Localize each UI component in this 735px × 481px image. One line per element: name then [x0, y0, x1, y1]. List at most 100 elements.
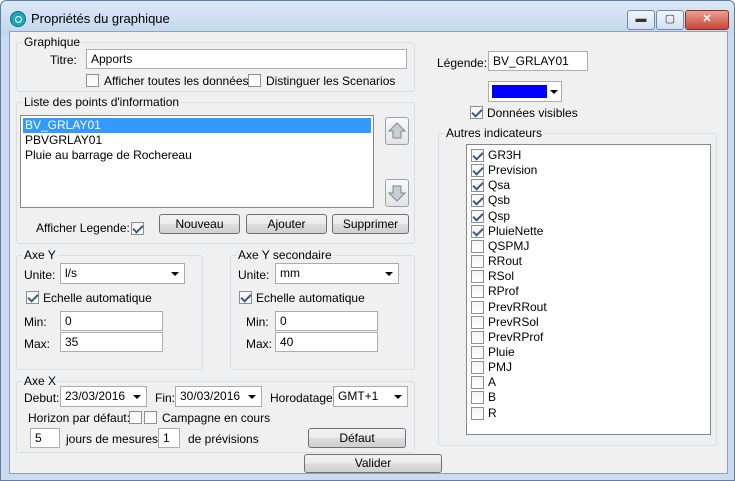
arrow-up-icon: [387, 122, 407, 139]
window-title: Propriétés du graphique: [31, 11, 170, 26]
axe-y2-unite-select[interactable]: mm: [275, 263, 399, 284]
indicator-label: GR3H: [488, 148, 522, 162]
indicator-checkbox[interactable]: [471, 391, 484, 405]
axe-y-unite-select[interactable]: l/s: [60, 263, 185, 284]
axe-y-max-input[interactable]: 35: [60, 332, 163, 352]
indicator-checkbox[interactable]: [471, 149, 484, 162]
indicator-label: Qsb: [488, 193, 511, 208]
list-item[interactable]: Pluie au barrage de Rochereau: [23, 148, 192, 163]
chevron-down-icon: [394, 395, 402, 399]
debut-date-picker[interactable]: 23/03/2016: [60, 386, 147, 407]
titre-input[interactable]: Apports: [86, 49, 407, 69]
jours-mesures-input[interactable]: 5: [30, 428, 60, 448]
ajouter-button[interactable]: Ajouter: [246, 214, 327, 234]
indicator-checkbox[interactable]: [471, 406, 484, 420]
indicator-label: B: [488, 390, 497, 405]
indicator-label: PrevRRout: [488, 299, 547, 314]
indicator-label: RProf: [488, 284, 519, 299]
indicator-label: R: [488, 405, 497, 420]
chevron-down-icon: [385, 272, 393, 276]
axe-y-unite-value: l/s: [65, 266, 77, 280]
indicator-checkbox[interactable]: [471, 194, 484, 208]
donnees-visibles-label: Données visibles: [487, 106, 578, 120]
chevron-down-icon: [133, 395, 141, 399]
fin-label: Fin:: [155, 391, 176, 405]
horodatage-label: Horodatage :: [270, 391, 340, 405]
titre-label: Titre:: [50, 53, 77, 67]
list-item[interactable]: BV_GRLAY01: [22, 117, 372, 134]
indicator-checkbox[interactable]: [471, 270, 484, 284]
title-bar: Propriétés du graphique ▬ ▢ ✕: [1, 1, 734, 35]
color-swatch: [492, 85, 547, 98]
axe-y-min-input[interactable]: 0: [60, 311, 163, 331]
distinguer-scenarios-label: Distinguer les Scenarios: [266, 74, 396, 88]
afficher-legende-checkbox[interactable]: [131, 222, 144, 235]
defaut-button[interactable]: Défaut: [308, 428, 406, 448]
debut-label: Debut:: [24, 391, 60, 405]
indicator-checkbox[interactable]: [471, 164, 484, 178]
indicator-checkbox[interactable]: [471, 361, 484, 375]
indicator-checkbox[interactable]: [471, 315, 484, 329]
indicator-checkbox[interactable]: [471, 376, 484, 390]
minimize-button[interactable]: ▬: [627, 10, 655, 30]
nouveau-button[interactable]: Nouveau: [159, 214, 240, 234]
legende-label: Légende:: [437, 56, 488, 70]
indicateurs-checklist[interactable]: GR3H Prevision Qsa Qsb Qsp PluieNette QSPMJ RRo…: [466, 144, 711, 435]
axe-y-min-label: Min:: [24, 315, 47, 329]
axe-y-unite-label: Unite:: [24, 268, 56, 282]
legende-color-picker[interactable]: [488, 81, 562, 102]
indicator-checkbox[interactable]: [471, 255, 484, 269]
legende-input[interactable]: BV_GRLAY01: [488, 51, 588, 71]
indicator-checkbox[interactable]: [471, 209, 484, 223]
axe-y-echelle-label: Echelle automatique: [43, 291, 152, 305]
indicator-label: PrevRProf: [488, 329, 544, 344]
distinguer-scenarios-checkbox[interactable]: [248, 74, 261, 87]
horodatage-value: GMT+1: [338, 389, 379, 403]
axe-y-echelle-checkbox[interactable]: [26, 291, 39, 304]
axe-y2-min-input[interactable]: 0: [275, 311, 378, 331]
indicator-label: PMJ: [488, 360, 512, 375]
afficher-legende-label: Afficher Legende:: [36, 221, 130, 235]
indicator-checkbox[interactable]: [471, 239, 484, 253]
axe-y2-unite-label: Unite:: [238, 268, 270, 282]
afficher-toutes-checkbox[interactable]: [86, 74, 99, 87]
indicator-label: RSol: [488, 269, 515, 284]
list-item[interactable]: PBVGRLAY01: [23, 133, 102, 148]
maximize-button[interactable]: ▢: [656, 10, 684, 30]
fin-date-picker[interactable]: 30/03/2016: [175, 386, 262, 407]
indicator-label: PluieNette: [488, 223, 544, 238]
indicator-checkbox[interactable]: [471, 300, 484, 314]
graphique-group-label: Graphique: [22, 35, 83, 49]
axe-y-group-label: Axe Y: [22, 248, 58, 262]
close-button[interactable]: ✕: [685, 10, 729, 30]
axe-y2-max-input[interactable]: 40: [275, 332, 378, 352]
horizon-checkbox[interactable]: [129, 411, 142, 424]
liste-points-group-label: Liste des points d'information: [22, 95, 182, 109]
horizon-label: Horizon par défaut:: [28, 411, 131, 425]
indicator-checkbox[interactable]: [471, 179, 484, 193]
indicator-label: Qsa: [488, 178, 511, 193]
move-up-button[interactable]: [385, 117, 409, 145]
axe-y2-unite-value: mm: [280, 266, 300, 280]
move-down-button[interactable]: [385, 179, 409, 207]
supprimer-button[interactable]: Supprimer: [332, 214, 409, 234]
axe-y2-min-label: Min:: [246, 315, 269, 329]
campagne-checkbox[interactable]: [144, 411, 157, 424]
indicator-checkbox[interactable]: [471, 285, 484, 299]
debut-value: 23/03/2016: [65, 389, 126, 403]
indicator-label: PrevRSol: [488, 314, 539, 329]
axe-x-group-label: Axe X: [22, 374, 59, 388]
points-listbox[interactable]: BV_GRLAY01 PBVGRLAY01 Pluie au barrage d…: [20, 115, 374, 208]
indicator-checkbox[interactable]: [471, 345, 484, 359]
valider-button[interactable]: Valider: [304, 454, 442, 473]
indicator-checkbox[interactable]: [471, 330, 484, 344]
indicator-label: Pluie: [488, 344, 515, 359]
indicator-checkbox[interactable]: [471, 224, 484, 238]
indicator-label: RRout: [488, 254, 523, 269]
indicator-label: Prevision: [488, 163, 538, 178]
horodatage-select[interactable]: GMT+1: [333, 386, 408, 407]
previsions-input[interactable]: 1: [158, 428, 180, 448]
donnees-visibles-checkbox[interactable]: [470, 106, 483, 119]
axe-y2-echelle-checkbox[interactable]: [239, 291, 252, 304]
fin-value: 30/03/2016: [180, 389, 241, 403]
